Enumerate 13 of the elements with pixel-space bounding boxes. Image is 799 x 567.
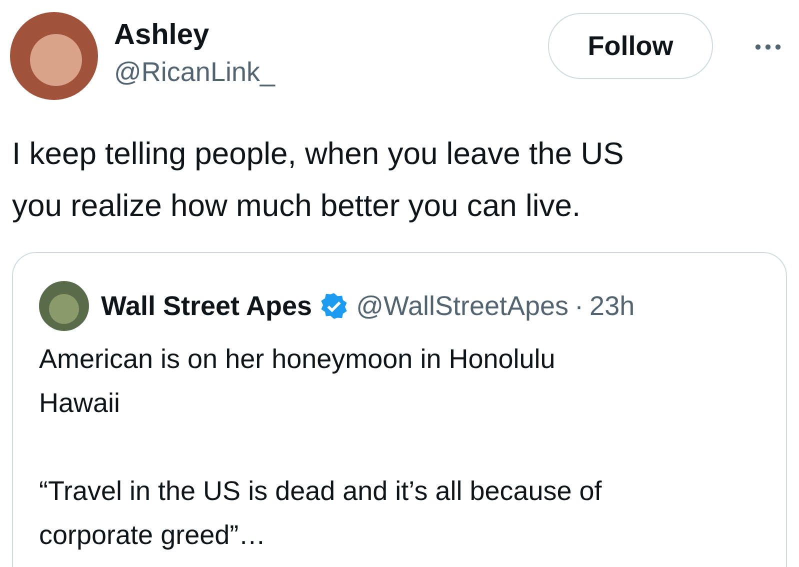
follow-button[interactable]: Follow [548, 13, 713, 79]
quoted-author-name[interactable]: Wall Street Apes [101, 290, 312, 322]
avatar[interactable] [10, 12, 98, 100]
avatar [39, 281, 89, 331]
timestamp[interactable]: 23h [590, 290, 635, 322]
quoted-tweet-card[interactable]: Wall Street Apes @WallStreetApes · 23h American is on her honeymoon in Honolulu Hawaii “Travel in the US is dead and it’s all because of corporate greed”… [12, 252, 787, 567]
author-handle[interactable]: @RicanLink_ [114, 54, 275, 90]
quoted-tweet-text: American is on her honeymoon in Honolulu Hawaii “Travel in the US is dead and it’s all because of corporate greed”… [39, 343, 603, 552]
quoted-author-handle[interactable]: @WallStreetApes [356, 290, 569, 322]
more-icon[interactable] [755, 44, 781, 50]
tweet-text: I keep telling people, when you leave the US you realize how much better you can live. [12, 135, 625, 225]
separator: · [574, 290, 584, 322]
author-name[interactable]: Ashley [114, 16, 275, 54]
